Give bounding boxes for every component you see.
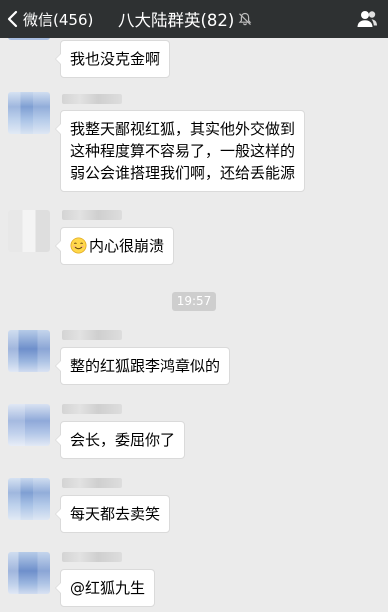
sender-name [62,210,122,220]
chat-area[interactable]: 我也没克金啊 我整天鄙视红狐，其实他外交做到 这种程度算不容易了，一般这样的 弱… [0,38,388,612]
avatar[interactable] [8,92,50,134]
chat-title: 八大陆群英(82) [118,11,235,30]
message-bubble[interactable]: 会长，委屈你了 [54,421,186,459]
sender-name [62,404,122,414]
message-text: 整的红狐跟李鸿章似的 [70,357,221,375]
message-bubble[interactable]: 整的红狐跟李鸿章似的 [54,347,231,385]
back-button[interactable]: 微信(456) [4,0,93,38]
navigation-bar: 微信(456) 八大陆群英(82) [0,0,388,38]
sender-name [62,330,122,340]
chevron-left-icon [7,10,18,28]
avatar[interactable] [8,478,50,520]
avatar[interactable] [8,552,50,594]
message-text: 这种程度算不容易了，一般这样的 [70,142,296,160]
message-bubble[interactable]: 内心很崩溃 [54,227,175,265]
message-bubble[interactable]: @红狐九生 [54,569,156,607]
message-text: 弱公会谁搭理我们啊，还给丢能源 [70,164,296,182]
avatar[interactable] [8,38,50,62]
sender-name [62,552,122,562]
sender-name [62,94,122,104]
avatar[interactable] [8,404,50,446]
message-bubble[interactable]: 我整天鄙视红狐，其实他外交做到 这种程度算不容易了，一般这样的 弱公会谁搭理我们… [54,110,306,192]
message-bubble[interactable]: 每天都去卖笑 [54,495,171,533]
smiling-face-icon [70,237,87,254]
message-text: 内心很崩溃 [89,237,165,255]
message-text: 会长，委屈你了 [70,431,176,449]
message-text: 每天都去卖笑 [70,505,161,523]
message-text: 我整天鄙视红狐，其实他外交做到 [70,120,296,138]
message-text: @红狐九生 [70,579,146,597]
message-text: 我也没克金啊 [70,50,161,68]
avatar[interactable] [8,330,50,372]
time-divider: 19:57 [172,292,216,311]
sender-name [62,478,122,488]
chat-title-group: 八大陆群英(82) [118,0,252,38]
group-members-icon[interactable] [356,9,378,29]
avatar[interactable] [8,210,50,252]
bell-muted-icon [239,12,252,26]
message-bubble[interactable]: 我也没克金啊 [54,40,171,78]
back-label: 微信(456) [23,10,94,29]
